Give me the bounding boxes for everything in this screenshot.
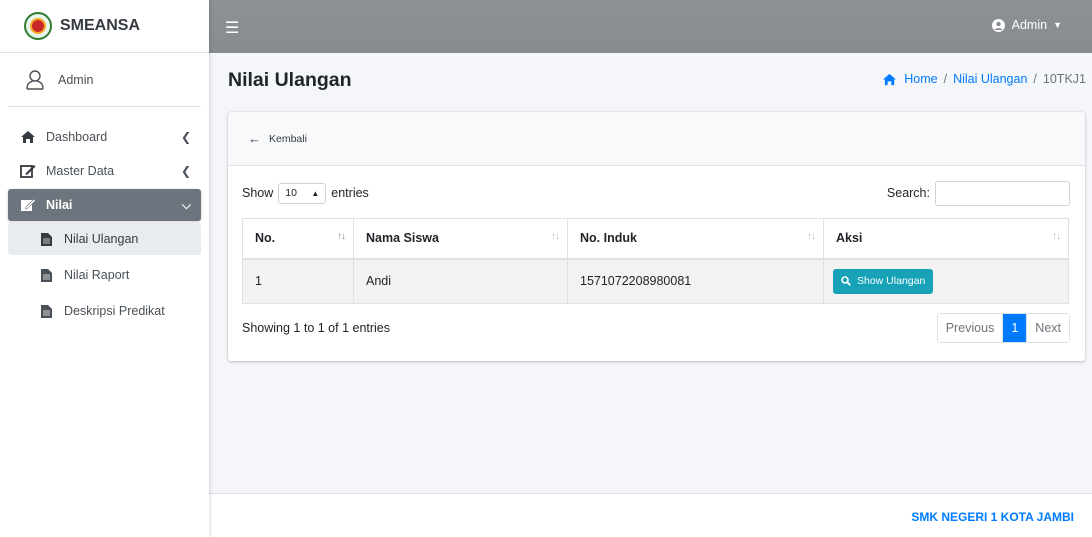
sidebar-item-label: Deskripsi Predikat xyxy=(64,304,165,318)
pagination-previous[interactable]: Previous xyxy=(937,314,1004,342)
home-icon xyxy=(883,73,897,85)
sidebar-submenu: Nilai Ulangan Nilai Raport Deskripsi Pre… xyxy=(8,223,201,327)
school-logo-icon xyxy=(24,12,52,40)
sidebar-item-label: Nilai Ulangan xyxy=(64,232,139,246)
chevron-down-icon: ⌵ xyxy=(181,197,191,212)
table-controls: Show 10 ▲︎ entries Search: xyxy=(242,180,1070,206)
entries-label: entries xyxy=(331,186,369,200)
column-header-nama-siswa[interactable]: Nama Siswa ↑↓ xyxy=(353,218,568,260)
file-icon xyxy=(36,232,56,246)
pagination-next[interactable]: Next xyxy=(1026,314,1069,342)
topbar: ☰ Admin ▼ xyxy=(209,0,1092,53)
caret-down-icon: ▼ xyxy=(1053,20,1062,30)
table-row: 1 Andi 1571072208980081 Show Ulangan xyxy=(242,258,1069,304)
file-icon xyxy=(36,268,56,282)
chevron-left-icon: ❮ xyxy=(180,164,191,178)
show-ulangan-label: Show Ulangan xyxy=(857,275,926,288)
table-footer: Showing 1 to 1 of 1 entries Previous 1 N… xyxy=(242,313,1070,343)
column-header-aksi[interactable]: Aksi ↑↓ xyxy=(823,218,1069,260)
signature-icon xyxy=(18,198,38,212)
user-dropdown-label: Admin xyxy=(1011,18,1048,32)
sidebar-item-nilai[interactable]: Nilai ⌵ xyxy=(8,189,201,221)
back-button-label: Kembali xyxy=(269,132,307,145)
home-icon xyxy=(18,130,38,144)
sort-icon: ↑↓ xyxy=(1052,231,1061,242)
sidebar-item-label: Dashboard xyxy=(46,130,108,144)
sidebar-item-nilai-ulangan[interactable]: Nilai Ulangan xyxy=(8,223,201,255)
user-dropdown[interactable]: Admin ▼ xyxy=(991,18,1062,32)
user-panel-name: Admin xyxy=(58,72,94,87)
back-button[interactable]: ← Kembali xyxy=(248,131,307,146)
entries-length: Show 10 ▲︎ entries xyxy=(242,182,369,204)
sort-icon: ↑↓ xyxy=(551,231,560,242)
entries-select[interactable]: 10 ▲︎ xyxy=(278,182,327,204)
table-info: Showing 1 to 1 of 1 entries xyxy=(242,321,391,335)
user-panel[interactable]: Admin xyxy=(8,53,201,107)
search-input[interactable] xyxy=(935,180,1070,206)
sidebar: SMEANSA Admin Dashboard ❮ Master Data ❮ xyxy=(0,0,209,537)
arrow-left-icon: ← xyxy=(248,131,261,146)
cell-no-induk: 1571072208980081 xyxy=(567,258,824,304)
main-content: Nilai Ulangan Home / Nilai Ulangan / 10T… xyxy=(209,53,1092,493)
column-header-no-induk[interactable]: No. Induk ↑↓ xyxy=(567,218,824,260)
table-search: Search: xyxy=(886,180,1070,206)
breadcrumb-home[interactable]: Home xyxy=(904,72,937,86)
footer: SMK NEGERI 1 KOTA JAMBI xyxy=(209,493,1092,537)
search-icon xyxy=(841,276,851,287)
table-header-row: No. ↑↓ Nama Siswa ↑↓ No. Induk ↑↓ Aksi ↑↓ xyxy=(242,218,1069,260)
sidebar-item-label: Nilai xyxy=(46,198,73,212)
brand-link[interactable]: SMEANSA xyxy=(0,0,209,53)
edit-icon xyxy=(18,164,38,178)
breadcrumb-current: 10TKJ1 xyxy=(1042,72,1086,86)
page-title: Nilai Ulangan xyxy=(228,69,352,91)
hamburger-menu-icon[interactable]: ☰ xyxy=(225,18,239,38)
sort-icon: ↑↓ xyxy=(337,231,346,242)
pagination: Previous 1 Next xyxy=(936,313,1070,343)
student-list-card: ← Kembali Show 10 ▲︎ entries Search: No.… xyxy=(228,112,1085,361)
chevron-left-icon: ❮ xyxy=(180,130,191,144)
search-label: Search: xyxy=(886,186,930,200)
cell-no: 1 xyxy=(242,258,354,304)
show-label: Show xyxy=(242,186,274,200)
breadcrumb-nilai-ulangan[interactable]: Nilai Ulangan xyxy=(953,72,1027,86)
show-ulangan-button[interactable]: Show Ulangan xyxy=(833,268,934,294)
sidebar-item-nilai-raport[interactable]: Nilai Raport xyxy=(8,259,201,291)
file-icon xyxy=(36,304,56,318)
brand-name: SMEANSA xyxy=(60,17,141,34)
breadcrumb: Home / Nilai Ulangan / 10TKJ1 xyxy=(882,72,1086,86)
pagination-page-1[interactable]: 1 xyxy=(1003,314,1027,342)
footer-school-name[interactable]: SMK NEGERI 1 KOTA JAMBI xyxy=(911,510,1074,524)
sidebar-item-master-data[interactable]: Master Data ❮ xyxy=(8,155,201,187)
cell-aksi: Show Ulangan xyxy=(823,258,1069,304)
sidebar-item-label: Master Data xyxy=(46,164,115,178)
cell-nama-siswa: Andi xyxy=(353,258,568,304)
sidebar-nav: Dashboard ❮ Master Data ❮ Nilai ⌵ Nilai … xyxy=(0,107,209,327)
sidebar-item-label: Nilai Raport xyxy=(64,268,130,282)
user-icon xyxy=(26,69,44,90)
user-circle-icon xyxy=(991,18,1005,32)
column-header-no[interactable]: No. ↑↓ xyxy=(242,218,354,260)
sidebar-item-deskripsi-predikat[interactable]: Deskripsi Predikat xyxy=(8,295,201,327)
sidebar-item-dashboard[interactable]: Dashboard ❮ xyxy=(8,121,201,153)
card-header: ← Kembali xyxy=(228,112,1085,166)
students-table: No. ↑↓ Nama Siswa ↑↓ No. Induk ↑↓ Aksi ↑↓ 1 … xyxy=(242,218,1069,304)
select-arrows-icon: ▲︎ xyxy=(311,188,320,198)
entries-select-value: 10 xyxy=(285,187,297,199)
sort-icon: ↑↓ xyxy=(807,231,816,242)
